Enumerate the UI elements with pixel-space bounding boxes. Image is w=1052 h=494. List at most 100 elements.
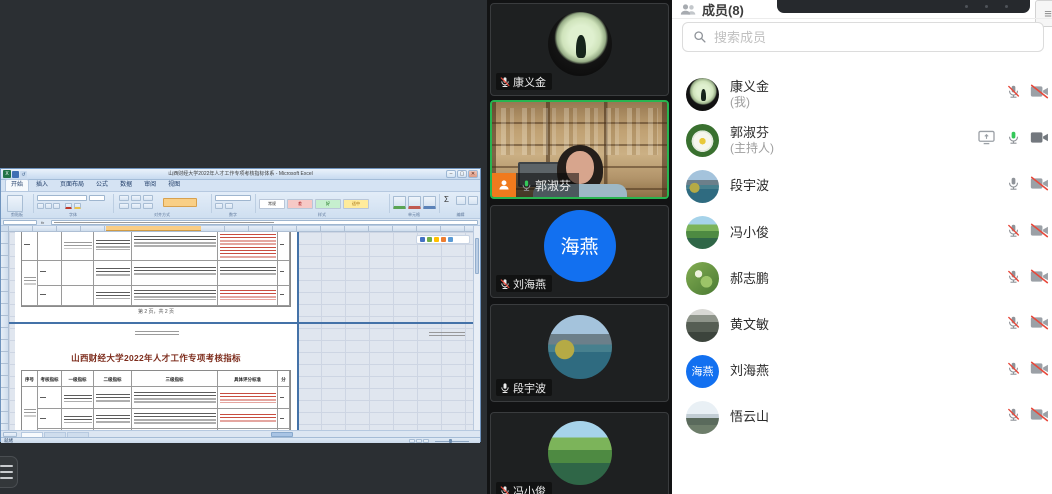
avatar: 海燕 xyxy=(686,355,719,388)
selected-columns-highlight xyxy=(106,226,201,231)
camera-off-icon[interactable] xyxy=(1030,407,1049,427)
window-title: 山西财经大学2022年人才工作专项考核指标体系 - Microsoft Exce… xyxy=(41,169,440,180)
video-tile-kangyijin[interactable]: 康义金 xyxy=(490,3,669,96)
insert-cells-button xyxy=(393,196,406,209)
ribbon-separator xyxy=(439,194,440,213)
camera-off-icon[interactable] xyxy=(1030,84,1049,104)
ribbon-separator xyxy=(211,194,212,213)
view-pagebreak-button xyxy=(423,439,429,443)
formula-input xyxy=(51,220,478,225)
minimize-button: ‒ xyxy=(446,170,456,178)
group-caption-number: 数字 xyxy=(211,212,255,218)
table-cell xyxy=(38,286,62,306)
camera-off-icon[interactable] xyxy=(1030,223,1049,243)
participant-name: 康义金 xyxy=(513,74,546,90)
format-cells-button xyxy=(423,196,436,209)
table-cell xyxy=(62,286,94,306)
table-cell xyxy=(218,409,278,429)
ribbon-tab-insert: 插入 xyxy=(31,180,53,191)
top-control-bar[interactable] xyxy=(777,0,1030,13)
table-cell xyxy=(94,286,132,306)
excel-ribbon: 常规 差 好 适中 Σ 剪贴板 字体 对齐方式 数字 样式 单元格 编辑 xyxy=(1,192,480,219)
participant-name: 郭淑芬 xyxy=(535,177,571,194)
member-row-guoshufen[interactable]: 郭淑芬 (主持人) xyxy=(672,117,1052,163)
screen-sharing-icon[interactable] xyxy=(978,130,995,150)
video-tile-liuhaiyan[interactable]: 海燕 刘海燕 xyxy=(490,205,669,298)
mic-muted-icon[interactable] xyxy=(1006,315,1021,335)
member-row-duanyubo[interactable]: 段宇波 xyxy=(672,163,1052,209)
italic-button xyxy=(45,203,52,209)
participant-name: 冯小俊 xyxy=(513,483,546,494)
mic-muted-icon[interactable] xyxy=(1006,84,1021,104)
table-cell xyxy=(278,387,290,409)
table-cell xyxy=(62,387,94,409)
cell-style-normal: 常规 xyxy=(259,199,285,209)
members-icon xyxy=(680,3,697,16)
member-row-fengxiaojun[interactable]: 冯小俊 xyxy=(672,210,1052,256)
search-icon xyxy=(693,30,707,44)
member-row-kangyijin[interactable]: 康义金 (我) xyxy=(672,71,1052,117)
ribbon-tab-home: 开始 xyxy=(5,179,29,191)
camera-off-icon[interactable] xyxy=(1030,315,1049,335)
table-cell xyxy=(278,409,290,429)
group-caption-styles: 样式 xyxy=(255,212,389,218)
table-cell xyxy=(94,409,132,429)
col-header: 具体评分标准 xyxy=(218,371,278,387)
mic-on-icon[interactable] xyxy=(1006,176,1021,196)
tile-name-label: 冯小俊 xyxy=(496,482,552,494)
mic-muted-icon[interactable] xyxy=(1006,269,1021,289)
camera-off-icon[interactable] xyxy=(1030,269,1049,289)
vertical-scroll-thumb xyxy=(475,238,479,274)
tile-name-label: 段宇波 xyxy=(496,379,552,396)
align-top-button xyxy=(119,195,129,201)
avatar: 海燕 xyxy=(544,210,616,282)
video-tile-duanyubo[interactable]: 段宇波 xyxy=(490,304,669,402)
camera-off-icon[interactable] xyxy=(1030,361,1049,381)
mic-muted-icon xyxy=(499,76,511,88)
member-search-box[interactable] xyxy=(682,22,1044,52)
member-row-haozhipeng[interactable]: 郝志鹏 xyxy=(672,256,1052,302)
avatar xyxy=(686,401,719,434)
avatar xyxy=(686,78,719,111)
mic-muted-icon[interactable] xyxy=(1006,407,1021,427)
mic-muted-icon[interactable] xyxy=(1006,361,1021,381)
name-box xyxy=(3,220,37,225)
group-caption-clipboard: 剪贴板 xyxy=(1,212,33,218)
member-row-wuyunshan[interactable]: 悟云山 xyxy=(672,394,1052,440)
member-row-huangwenmin[interactable]: 黄文敏 xyxy=(672,302,1052,348)
search-input[interactable] xyxy=(714,30,1033,45)
undo-icon: ↺ xyxy=(20,171,27,178)
video-tile-guoshufen-active[interactable]: 郭淑芬 xyxy=(490,100,669,199)
align-middle-button xyxy=(131,195,141,201)
group-caption-font: 字体 xyxy=(33,212,113,218)
table-cell xyxy=(132,232,218,261)
camera-on-icon[interactable] xyxy=(1030,130,1049,150)
floating-menu-button[interactable] xyxy=(0,456,18,488)
mic-muted-icon[interactable] xyxy=(1006,223,1021,243)
number-format-combo xyxy=(215,195,251,201)
autosum-icon: Σ xyxy=(444,195,449,204)
avatar xyxy=(686,216,719,249)
video-tile-fengxiaojun[interactable]: 冯小俊 xyxy=(490,412,669,494)
mic-muted-icon xyxy=(499,278,511,290)
ribbon-separator xyxy=(389,194,390,213)
table-cell xyxy=(278,261,290,286)
mic-speaking-icon[interactable] xyxy=(1006,130,1021,150)
align-bottom-button xyxy=(143,195,153,201)
quick-access-toolbar: X ↺ xyxy=(3,170,27,178)
col-header: 一级指标 xyxy=(62,371,94,387)
table-cell xyxy=(62,409,94,429)
floating-mini-toolbar xyxy=(416,235,470,244)
member-tag: (我) xyxy=(730,95,769,110)
ribbon-tab-data: 数据 xyxy=(115,180,137,191)
align-right-button xyxy=(143,203,153,209)
close-button: ✕ xyxy=(468,170,478,178)
ribbon-separator xyxy=(113,194,114,213)
sheet-doc-title: 山西财经大学2022年人才工作专项考核指标 xyxy=(15,352,297,364)
font-color-button xyxy=(65,203,72,209)
camera-off-icon[interactable] xyxy=(1030,176,1049,196)
save-icon xyxy=(12,171,19,178)
avatar xyxy=(686,309,719,342)
video-thumbnail-strip: 康义金 郭淑芬 海燕 刘海燕 xyxy=(487,0,672,494)
member-row-liuhaiyan[interactable]: 海燕 刘海燕 xyxy=(672,348,1052,394)
